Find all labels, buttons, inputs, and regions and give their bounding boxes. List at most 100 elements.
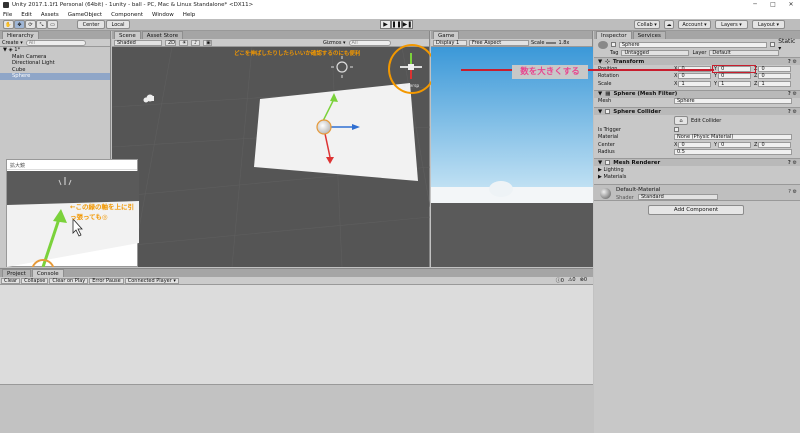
account-dropdown[interactable]: Account ▾ <box>678 20 711 29</box>
console-log-area[interactable] <box>0 285 593 385</box>
pause-button[interactable]: ❚❚ <box>391 20 402 29</box>
collider-material-field[interactable]: None (Physic Material) <box>674 134 792 141</box>
static-checkbox[interactable] <box>770 42 776 47</box>
layers-label: Layers ▾ <box>721 21 742 28</box>
step-button[interactable]: ▶❚ <box>402 20 413 29</box>
connected-player-dropdown[interactable]: Connected Player ▾ <box>124 277 179 284</box>
component-settings-icon[interactable]: ? ⚙ <box>788 59 797 65</box>
tab-hierarchy[interactable]: Hierarchy <box>2 31 39 39</box>
scene-search-input[interactable]: All <box>348 39 391 46</box>
rotation-x-field[interactable]: 0 <box>678 73 712 80</box>
lighting-toggle-icon[interactable]: ☀ <box>179 39 188 46</box>
cloud-icon[interactable]: ☁ <box>664 20 674 29</box>
scale-slider[interactable] <box>546 41 557 44</box>
clear-on-play-toggle[interactable]: Clear on Play <box>49 277 89 284</box>
scale-y-field[interactable]: 1 <box>718 80 752 87</box>
play-button[interactable]: ▶ <box>380 20 391 29</box>
orientation-gizmo[interactable] <box>394 49 432 87</box>
tag-dropdown[interactable]: Untagged <box>621 50 690 56</box>
static-dropdown[interactable]: Static ▾ <box>778 38 800 52</box>
gizmos-dropdown[interactable]: Gizmos ▾ <box>323 40 346 46</box>
menu-file[interactable]: File <box>3 12 12 18</box>
move-tool-icon[interactable]: ✥ <box>14 20 25 29</box>
warning-count-toggle[interactable]: ⚠0 <box>568 277 576 284</box>
menu-gameobject[interactable]: GameObject <box>68 12 102 18</box>
hierarchy-search-input[interactable]: All <box>25 39 86 46</box>
error-count-toggle[interactable]: ⊗0 <box>580 277 587 284</box>
console-panel: Project Console Clear Collapse Clear on … <box>0 268 593 433</box>
info-count-toggle[interactable]: ⓘ0 <box>556 277 564 284</box>
component-settings-icon[interactable]: ? ⚙ <box>788 160 797 166</box>
material-settings-icon[interactable]: ? ⚙ <box>788 189 797 195</box>
persp-label[interactable]: ◀ Persp <box>402 84 419 89</box>
renderer-enabled-checkbox[interactable] <box>605 160 611 165</box>
clear-button[interactable]: Clear <box>1 277 21 284</box>
add-component-button[interactable]: Add Component <box>648 205 744 215</box>
shader-dropdown[interactable]: Standard <box>638 194 718 200</box>
create-dropdown[interactable]: Create ▾ <box>2 40 23 46</box>
tab-inspector[interactable]: Inspector <box>596 31 632 39</box>
hand-tool-icon[interactable]: ✋ <box>3 20 14 29</box>
mesh-renderer-header[interactable]: ▼ Mesh Renderer? ⚙ <box>594 158 800 166</box>
collab-dropdown[interactable]: Collab ▾ <box>634 20 660 29</box>
shading-dropdown[interactable]: Shaded <box>114 39 162 46</box>
layer-dropdown[interactable]: Default <box>709 50 780 56</box>
hierarchy-item-sphere[interactable]: Sphere <box>0 73 110 80</box>
menu-assets[interactable]: Assets <box>41 12 59 18</box>
tab-services[interactable]: Services <box>632 31 666 39</box>
audio-toggle-icon[interactable]: ♪ <box>191 39 200 46</box>
center-x-field[interactable]: 0 <box>678 141 712 148</box>
scale-label: Scale <box>531 39 545 46</box>
sphere-collider-header[interactable]: ▼ Sphere Collider? ⚙ <box>594 107 800 115</box>
mesh-field[interactable]: Sphere <box>674 98 792 105</box>
mesh-filter-header[interactable]: ▼ ▦ Sphere (Mesh Filter)? ⚙ <box>594 89 800 98</box>
center-y-field[interactable]: 0 <box>718 141 752 148</box>
aspect-dropdown[interactable]: Free Aspect <box>469 39 529 46</box>
menu-edit[interactable]: Edit <box>21 12 32 18</box>
display-dropdown[interactable]: Display 1 <box>433 39 467 46</box>
shading-label: Shaded <box>117 39 136 46</box>
scale-tool-icon[interactable]: ⤡ <box>36 20 47 29</box>
collider-enabled-checkbox[interactable] <box>605 109 611 114</box>
tab-game[interactable]: Game <box>433 31 460 39</box>
rotation-z-field[interactable]: 0 <box>758 73 792 80</box>
component-settings-icon[interactable]: ? ⚙ <box>788 109 797 115</box>
menu-help[interactable]: Help <box>183 12 196 18</box>
materials-foldout[interactable]: ▶ Materials <box>594 174 800 182</box>
component-settings-icon[interactable]: ? ⚙ <box>788 91 797 97</box>
tab-scene[interactable]: Scene <box>114 31 141 39</box>
tab-project[interactable]: Project <box>2 269 31 277</box>
layout-dropdown[interactable]: Layout ▾ <box>752 20 785 29</box>
scale-z-field[interactable]: 1 <box>758 80 792 87</box>
rotation-y-field[interactable]: 0 <box>718 73 752 80</box>
scene-viewport[interactable] <box>112 47 430 267</box>
object-name-field[interactable]: Sphere <box>618 41 768 48</box>
collapse-toggle[interactable]: Collapse <box>21 277 49 284</box>
tab-console[interactable]: Console <box>31 269 64 277</box>
rotate-tool-icon[interactable]: ⟳ <box>25 20 36 29</box>
minimize-button[interactable]: ─ <box>746 0 764 10</box>
transform-header[interactable]: ▼ ⊹ Transform? ⚙ <box>594 57 800 65</box>
lighting-foldout[interactable]: ▶ Lighting <box>594 166 800 174</box>
center-z-field[interactable]: 0 <box>758 141 792 148</box>
pivot-local-toggle[interactable]: Local <box>106 20 130 29</box>
info-count: 0 <box>560 278 564 284</box>
close-button[interactable]: ✕ <box>782 0 800 10</box>
tab-asset-store[interactable]: Asset Store <box>141 31 184 39</box>
active-checkbox[interactable] <box>610 42 616 47</box>
position-z-field[interactable]: 0 <box>758 65 792 72</box>
is-trigger-checkbox[interactable] <box>674 127 679 133</box>
effects-toggle-icon[interactable]: ▣ <box>203 39 212 46</box>
2d-label: 2D <box>168 39 176 46</box>
maximize-button[interactable]: □ <box>764 0 782 10</box>
error-pause-toggle[interactable]: Error Pause <box>89 277 124 284</box>
2d-toggle[interactable]: 2D <box>165 39 176 46</box>
rect-tool-icon[interactable]: ▭ <box>47 20 58 29</box>
menu-window[interactable]: Window <box>152 12 174 18</box>
menu-component[interactable]: Component <box>111 12 143 18</box>
pivot-center-toggle[interactable]: Center <box>77 20 105 29</box>
scale-x-field[interactable]: 1 <box>678 80 712 87</box>
edit-collider-icon[interactable]: ⌂ <box>674 116 688 125</box>
radius-field[interactable]: 0.5 <box>674 149 792 156</box>
layers-dropdown[interactable]: Layers ▾ <box>715 20 748 29</box>
